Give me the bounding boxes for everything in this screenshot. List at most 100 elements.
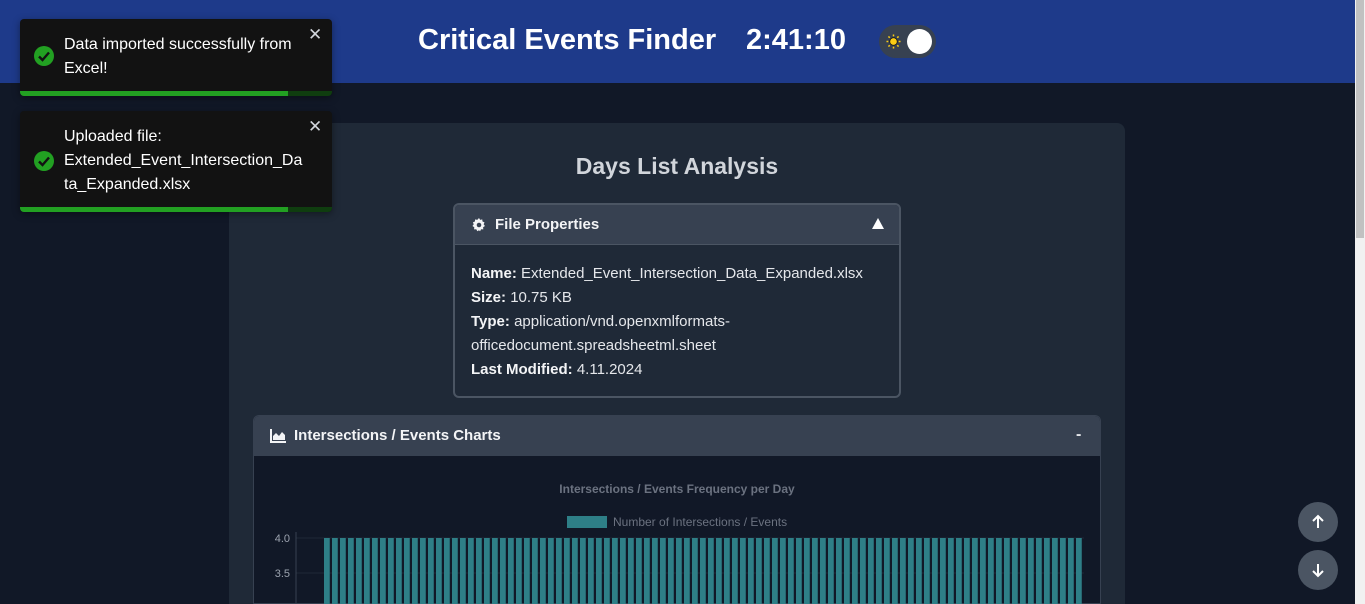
chart-title: Intersections / Events Frequency per Day: [559, 482, 795, 496]
chart-bar: [516, 538, 522, 604]
chart-bar: [988, 538, 994, 604]
charts-header[interactable]: Intersections / Events Charts -: [254, 416, 1100, 456]
file-modified-value: 4.11.2024: [576, 361, 643, 378]
check-circle-icon: [34, 151, 54, 171]
toast-message: Uploaded file: Extended_Event_Intersecti…: [64, 125, 304, 197]
chart-bar: [1044, 538, 1050, 604]
chart-bar: [572, 538, 578, 604]
chart-bar: [748, 538, 754, 604]
file-properties-panel: File Properties Name: Extended_Event_Int…: [453, 203, 901, 398]
file-type-value-2: officedocument.spreadsheetml.sheet: [471, 337, 716, 354]
chart-bar: [900, 538, 906, 604]
chart-bar: [324, 538, 330, 604]
chart-bar: [940, 538, 946, 604]
chart-bar: [972, 538, 978, 604]
file-properties-body: Name: Extended_Event_Intersection_Data_E…: [455, 245, 899, 382]
toast-progress-bar: [20, 91, 289, 96]
legend-swatch: [567, 516, 607, 528]
chart-bar: [788, 538, 794, 604]
chart-bar: [844, 538, 850, 604]
chart-bar: [380, 538, 386, 604]
chart-bar: [668, 538, 674, 604]
chart-bar: [580, 538, 586, 604]
chart-bar: [332, 538, 338, 604]
close-icon[interactable]: ✕: [308, 117, 322, 137]
chart-bar: [884, 538, 890, 604]
chart-bar: [412, 538, 418, 604]
chart-bar: [820, 538, 826, 604]
chart-bar: [1068, 538, 1074, 604]
chart-bar: [1028, 538, 1034, 604]
chart-bar: [612, 538, 618, 604]
toggle-knob: [907, 29, 932, 54]
chart-bar: [564, 538, 570, 604]
file-size-row: Size: 10.75 KB: [471, 286, 883, 310]
toast-message: Data imported successfully from Excel!: [64, 36, 292, 77]
file-type-value-1: application/vnd.openxmlformats-: [514, 313, 731, 330]
chart-bar: [540, 538, 546, 604]
file-properties-header[interactable]: File Properties: [455, 205, 899, 245]
charts-title: Intersections / Events Charts: [294, 427, 501, 444]
chart-bar: [700, 538, 706, 604]
chart-bar: [460, 538, 466, 604]
chart-bar: [868, 538, 874, 604]
chart-bar: [1020, 538, 1026, 604]
chart-bar: [996, 538, 1002, 604]
chart-bar: [428, 538, 434, 604]
scroll-down-button[interactable]: [1298, 550, 1338, 590]
chart-bar: [780, 538, 786, 604]
chart-bar: [828, 538, 834, 604]
clock: 2:41:10: [746, 24, 846, 56]
file-modified-row: Last Modified: 4.11.2024: [471, 358, 883, 382]
arrow-up-icon: [1312, 514, 1324, 528]
chart-bar: [620, 538, 626, 604]
file-properties-title: File Properties: [495, 216, 600, 233]
file-type-row-cont: officedocument.spreadsheetml.sheet: [471, 334, 883, 358]
check-circle-icon: [34, 46, 54, 66]
chart-bar: [628, 538, 634, 604]
y-tick-label: 4.0: [275, 533, 290, 545]
chart-bar: [364, 538, 370, 604]
chart-bar: [764, 538, 770, 604]
chart-bar: [524, 538, 530, 604]
main-card: Days List Analysis File Properties Name:…: [229, 123, 1125, 604]
chart-bar: [596, 538, 602, 604]
theme-toggle[interactable]: [879, 25, 936, 58]
chart-bar: [468, 538, 474, 604]
chart-bar: [916, 538, 922, 604]
chart-bar: [772, 538, 778, 604]
legend-label: Number of Intersections / Events: [613, 515, 787, 529]
scroll-up-button[interactable]: [1298, 502, 1338, 542]
chart-bar: [500, 538, 506, 604]
chart-bar: [1052, 538, 1058, 604]
file-name-value: Extended_Event_Intersection_Data_Expande…: [521, 265, 863, 282]
chart-bar: [980, 538, 986, 604]
page-scrollbar[interactable]: [1355, 0, 1365, 604]
toast-upload-success[interactable]: Uploaded file: Extended_Event_Intersecti…: [20, 111, 332, 212]
toast-progress-bar: [20, 207, 289, 212]
toast-line-2: Extended_Event_Intersection_Data_Expande…: [64, 152, 303, 193]
chart-bar: [420, 538, 426, 604]
chart-bar: [1036, 538, 1042, 604]
scrollbar-thumb[interactable]: [1356, 0, 1364, 238]
charts-collapse-button[interactable]: -: [1076, 426, 1081, 444]
file-name-label: Name:: [471, 265, 517, 282]
caret-up-icon[interactable]: [871, 217, 885, 231]
toast-progress-track: [20, 207, 332, 212]
close-icon[interactable]: ✕: [308, 25, 322, 45]
toast-import-success[interactable]: Data imported successfully from Excel! ✕: [20, 19, 332, 96]
chart-bar: [532, 538, 538, 604]
chart-bar: [508, 538, 514, 604]
file-type-label: Type:: [471, 313, 510, 330]
chart-bar: [340, 538, 346, 604]
chart-bar: [1060, 538, 1066, 604]
chart-bar: [852, 538, 858, 604]
chart-bar: [556, 538, 562, 604]
chart-bar: [548, 538, 554, 604]
chart-bar: [740, 538, 746, 604]
chart-bar: [372, 538, 378, 604]
chart-bar: [396, 538, 402, 604]
chart-bar: [716, 538, 722, 604]
chart-bar: [644, 538, 650, 604]
file-modified-label: Last Modified:: [471, 361, 573, 378]
